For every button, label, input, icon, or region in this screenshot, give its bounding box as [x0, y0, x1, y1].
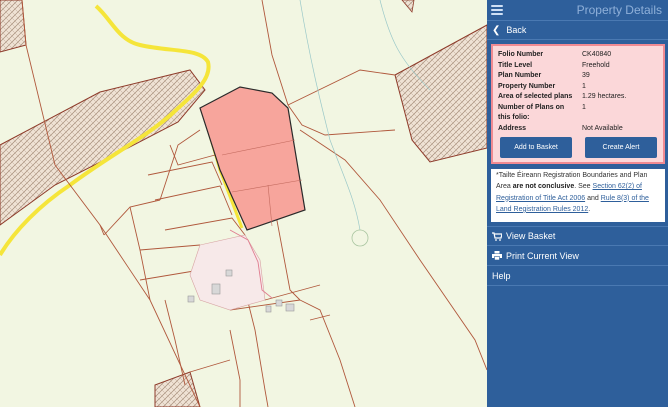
details-label: Area of selected plans	[498, 93, 573, 100]
disclaimer-note: *Tailte Éireann Registration Boundaries …	[491, 169, 665, 222]
details-value: Not Available	[582, 124, 623, 132]
property-details-box: Folio Number CK40840 Title Level Freehold Pl…	[491, 44, 665, 164]
details-label: Title Level	[498, 61, 533, 69]
map-canvas[interactable]	[0, 0, 487, 407]
details-value: Freehold	[582, 61, 610, 69]
property-details-panel: Property Details ❮ Back Folio Number CK40…	[487, 0, 668, 407]
chevron-left-icon: ❮	[492, 24, 501, 36]
details-value: CK40840	[582, 51, 612, 58]
disclaimer-see: . See	[574, 183, 591, 191]
hatched-area-topleft	[0, 0, 27, 53]
details-row: Folio Number CK40840	[498, 50, 659, 61]
details-label: Plan Number	[498, 72, 542, 79]
back-button[interactable]: ❮ Back	[487, 20, 668, 40]
details-actions: Add to Basket Create Alert	[498, 137, 659, 158]
help-label: Help	[492, 270, 511, 281]
disclaimer-suffix: .	[588, 205, 591, 213]
details-row: Property Number 1	[498, 82, 659, 93]
back-label: Back	[506, 25, 527, 35]
details-row: Number of Plans on this folio: 1	[498, 103, 659, 124]
details-row: Plan Number 39	[498, 71, 659, 82]
print-current-view-item[interactable]: Print Current View	[487, 246, 668, 266]
view-basket-label: View Basket	[506, 231, 556, 241]
details-label: Address	[498, 124, 527, 132]
details-value: 1.29 hectares.	[582, 93, 627, 100]
details-label: Property Number	[498, 82, 556, 90]
create-alert-button[interactable]: Create Alert	[585, 137, 657, 158]
panel-header: Property Details	[487, 0, 668, 20]
disclaimer-bold: are not conclusive	[512, 183, 575, 191]
details-value: 1	[582, 103, 586, 111]
help-item[interactable]: Help	[487, 266, 668, 286]
panel-title: Property Details	[576, 3, 662, 17]
hamburger-menu-icon[interactable]	[491, 5, 503, 15]
cart-icon	[492, 231, 506, 241]
details-value: 1	[582, 82, 586, 90]
details-row: Area of selected plans 1.29 hectares.	[498, 92, 659, 103]
details-row: Address Not Available	[498, 124, 659, 135]
details-row: Title Level Freehold	[498, 61, 659, 72]
printer-icon	[492, 251, 506, 260]
details-label: Folio Number	[498, 51, 544, 58]
property-details-table: Folio Number CK40840 Title Level Freehold Pl…	[498, 50, 659, 134]
details-value: 39	[582, 72, 590, 79]
add-to-basket-button[interactable]: Add to Basket	[500, 137, 572, 158]
print-view-label: Print Current View	[506, 250, 579, 261]
view-basket-item[interactable]: View Basket	[487, 226, 668, 246]
disclaimer-and: and	[587, 194, 599, 202]
map-view[interactable]	[0, 0, 487, 407]
details-label: Number of Plans on this folio:	[498, 103, 565, 122]
